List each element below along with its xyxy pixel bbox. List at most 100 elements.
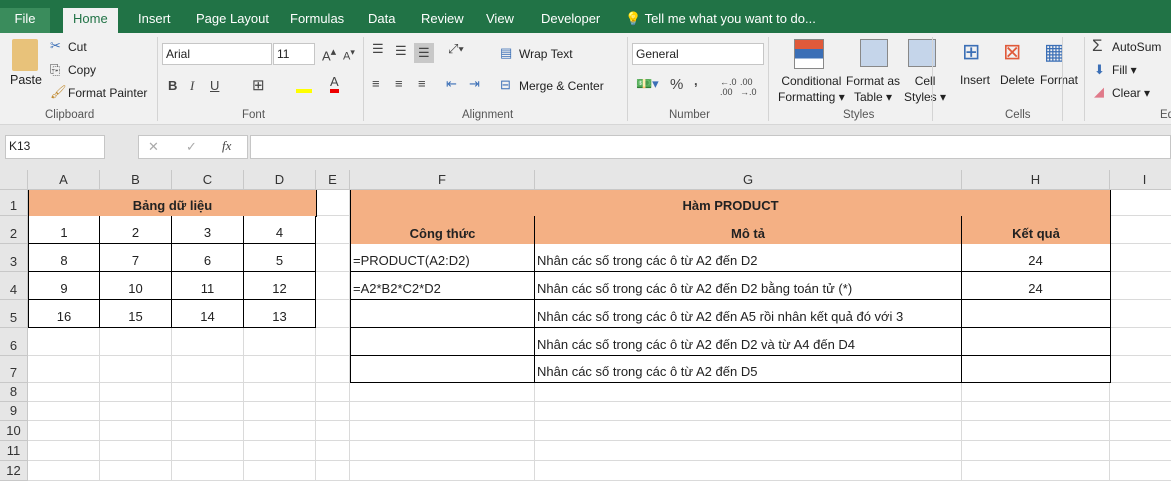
tab-formulas[interactable]: Formulas — [280, 8, 354, 33]
currency-icon[interactable]: 💵▾ — [636, 76, 659, 92]
column-header-c[interactable]: C — [172, 170, 244, 190]
row-header-10[interactable]: 10 — [0, 421, 28, 441]
align-center-icon[interactable]: ≡ — [395, 76, 403, 91]
data-cell[interactable]: 3 — [172, 216, 244, 244]
cell[interactable] — [1110, 356, 1171, 383]
formula-cell[interactable] — [350, 300, 535, 328]
row-header-1[interactable]: 1 — [0, 190, 28, 216]
column-header-i[interactable]: I — [1110, 170, 1171, 190]
fill-button[interactable]: Fill ▾ — [1112, 63, 1137, 77]
formula-input[interactable] — [250, 135, 1171, 159]
cell[interactable] — [28, 421, 100, 441]
cell[interactable] — [316, 421, 350, 441]
description-cell[interactable]: Nhân các số trong các ô từ A2 đến D5 — [535, 356, 962, 383]
cell[interactable] — [316, 244, 350, 272]
align-middle-icon[interactable]: ☰ — [395, 43, 407, 59]
cell[interactable] — [316, 272, 350, 300]
worksheet-grid[interactable]: A B C D E F G H I 1 2 3 4 5 6 7 8 9 10 11 12 Bảng dữ liệu 1 2 3 4… — [0, 170, 1171, 483]
increase-decimal-icon[interactable]: ←.0.00 — [720, 77, 737, 97]
cell[interactable] — [1110, 461, 1171, 481]
column-header-h[interactable]: H — [962, 170, 1110, 190]
cell[interactable] — [350, 402, 535, 421]
percent-button[interactable]: % — [670, 76, 683, 93]
conditional-formatting-button[interactable]: Conditional Formatting ▾ — [778, 73, 845, 105]
cell[interactable] — [350, 441, 535, 461]
align-right-icon[interactable]: ≡ — [418, 76, 426, 91]
formula-cell[interactable] — [350, 356, 535, 383]
data-cell[interactable]: 12 — [244, 272, 316, 300]
font-color-icon[interactable]: A — [330, 75, 339, 93]
cell[interactable] — [962, 461, 1110, 481]
cell[interactable] — [100, 356, 172, 383]
cell[interactable] — [172, 421, 244, 441]
data-cell[interactable]: 11 — [172, 272, 244, 300]
row-header-6[interactable]: 6 — [0, 328, 28, 356]
decrease-decimal-icon[interactable]: .00 →.0 — [740, 77, 757, 97]
cell[interactable] — [172, 356, 244, 383]
cut-button[interactable]: Cut — [68, 40, 87, 54]
result-cell[interactable]: 24 — [962, 244, 1111, 272]
insert-button[interactable]: Insert — [960, 73, 990, 87]
wrap-text-button[interactable]: Wrap Text — [519, 47, 573, 61]
cell[interactable] — [535, 441, 962, 461]
font-name-select[interactable]: Arial — [162, 43, 272, 65]
data-cell[interactable]: 10 — [100, 272, 172, 300]
format-button[interactable]: Format — [1040, 73, 1078, 87]
number-format-select[interactable]: General — [632, 43, 764, 65]
merge-center-button[interactable]: Merge & Center — [519, 79, 604, 93]
borders-icon[interactable]: ⊞ — [252, 76, 265, 94]
name-box[interactable]: K13 — [5, 135, 105, 159]
format-painter-button[interactable]: Format Painter — [68, 86, 147, 100]
tell-me-box[interactable]: 💡 Tell me what you want to do... — [615, 8, 826, 33]
cell[interactable] — [350, 383, 535, 402]
cell[interactable] — [28, 383, 100, 402]
row-header-7[interactable]: 7 — [0, 356, 28, 383]
cell[interactable] — [28, 356, 100, 383]
row-header-3[interactable]: 3 — [0, 244, 28, 272]
formula-cell[interactable]: =A2*B2*C2*D2 — [350, 272, 535, 300]
cell[interactable] — [100, 328, 172, 356]
cell[interactable] — [172, 441, 244, 461]
italic-button[interactable]: I — [190, 78, 194, 94]
cell[interactable] — [962, 421, 1110, 441]
cell[interactable] — [244, 402, 316, 421]
row-header-5[interactable]: 5 — [0, 300, 28, 328]
delete-button[interactable]: Delete — [1000, 73, 1035, 87]
result-cell[interactable] — [962, 328, 1111, 356]
cell[interactable] — [244, 356, 316, 383]
fill-color-icon[interactable] — [296, 75, 312, 93]
align-left-icon[interactable]: ≡ — [372, 76, 380, 91]
result-cell[interactable]: 24 — [962, 272, 1111, 300]
product-header-2[interactable]: Kết quả — [962, 216, 1111, 245]
cell[interactable] — [1110, 300, 1171, 328]
cell[interactable] — [28, 441, 100, 461]
format-as-table-button[interactable]: Format as Table ▾ — [846, 73, 900, 105]
cell[interactable] — [244, 441, 316, 461]
align-bottom-icon[interactable]: ☰ — [414, 43, 434, 63]
product-header-1[interactable]: Mô tả — [535, 216, 962, 245]
cell[interactable] — [1110, 216, 1171, 244]
data-cell[interactable]: 15 — [100, 300, 172, 328]
result-cell[interactable] — [962, 300, 1111, 328]
underline-button[interactable]: U — [210, 78, 219, 93]
cell[interactable] — [962, 383, 1110, 402]
cell[interactable] — [172, 402, 244, 421]
cell[interactable] — [100, 441, 172, 461]
column-header-b[interactable]: B — [100, 170, 172, 190]
data-cell[interactable]: 16 — [28, 300, 100, 328]
cell[interactable] — [1110, 441, 1171, 461]
enter-icon[interactable]: ✓ — [186, 139, 197, 155]
autosum-button[interactable]: AutoSum — [1112, 40, 1161, 54]
select-all-corner[interactable] — [0, 170, 28, 190]
result-cell[interactable] — [962, 356, 1111, 383]
row-header-9[interactable]: 9 — [0, 402, 28, 421]
tab-page-layout[interactable]: Page Layout — [186, 8, 279, 33]
orientation-icon[interactable]: ⤢▾ — [448, 41, 464, 57]
cell[interactable] — [316, 441, 350, 461]
cell[interactable] — [100, 421, 172, 441]
cancel-icon[interactable]: ✕ — [148, 139, 159, 155]
cell[interactable] — [172, 328, 244, 356]
product-table-title[interactable]: Hàm PRODUCT — [350, 190, 1111, 217]
cell[interactable] — [28, 461, 100, 481]
data-cell[interactable]: 2 — [100, 216, 172, 244]
